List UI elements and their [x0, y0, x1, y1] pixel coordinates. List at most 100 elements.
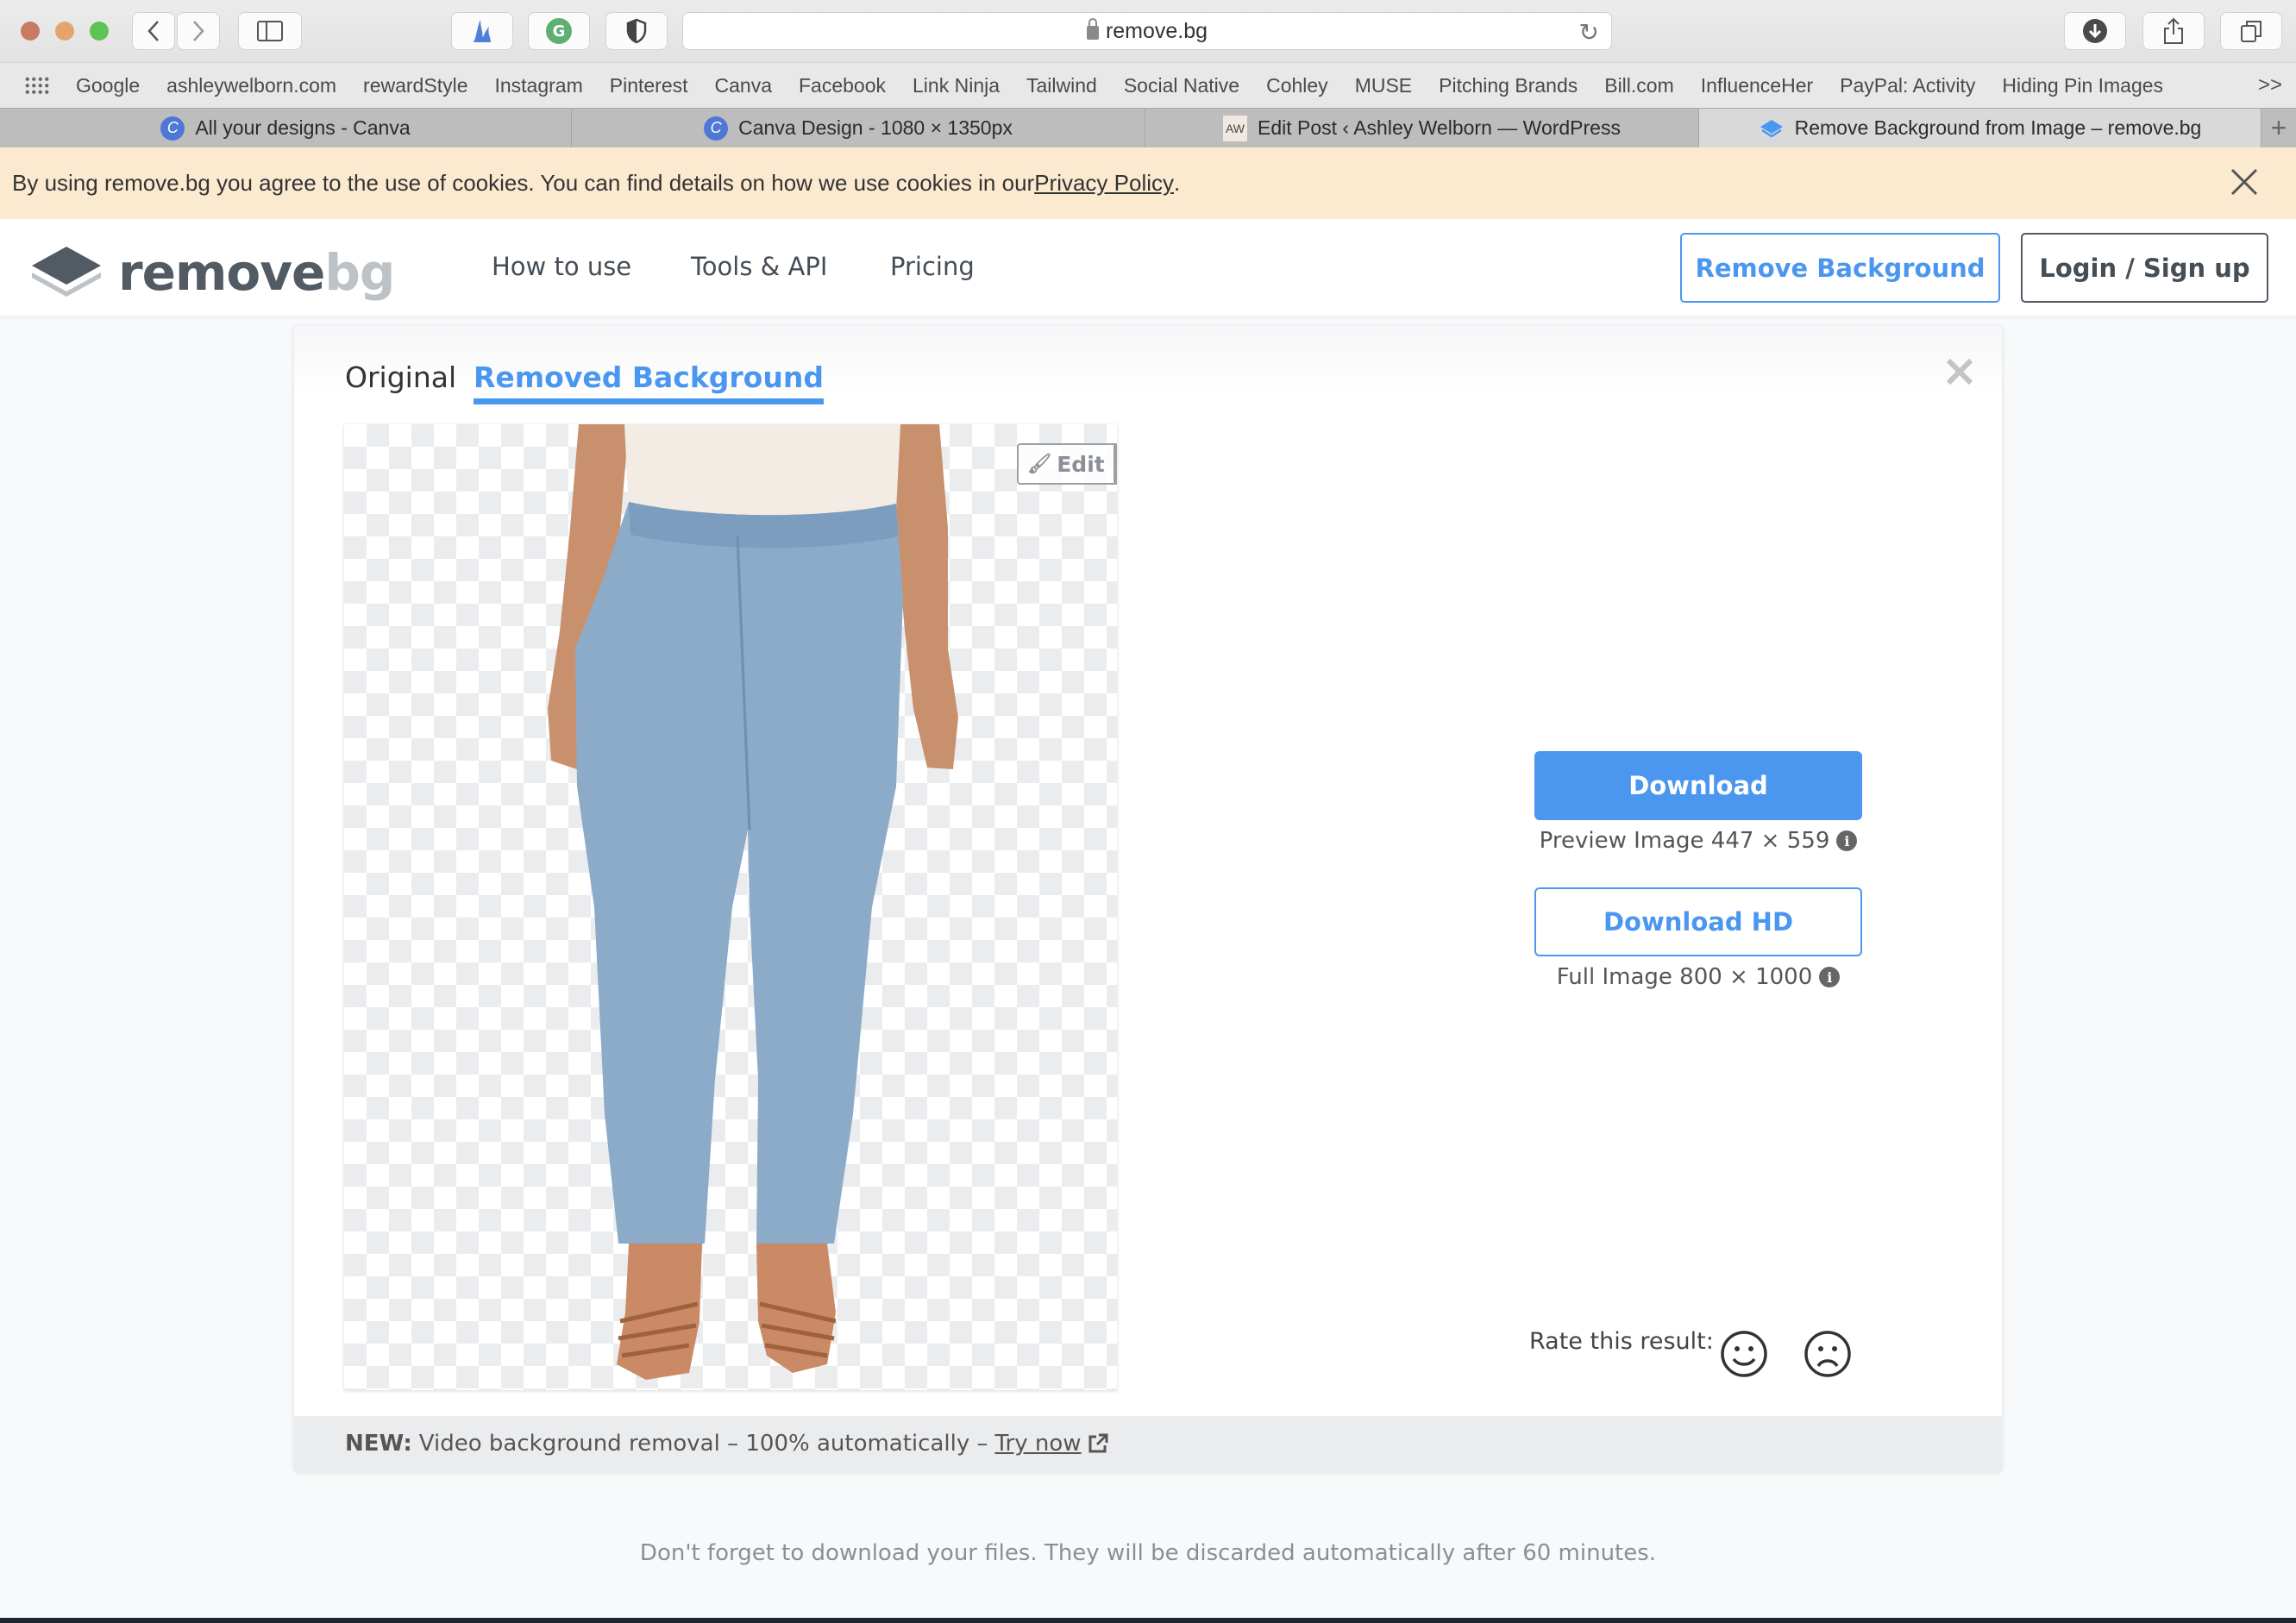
canva-icon: C: [704, 116, 729, 141]
cookie-text: By using remove.bg you agree to the use …: [12, 170, 1035, 196]
bookmark-item[interactable]: PayPal: Activity: [1840, 74, 1975, 97]
discard-notice: Don't forget to download your files. The…: [639, 1540, 1657, 1566]
tab-overview-button[interactable]: [2220, 12, 2282, 50]
cookie-suffix: .: [1174, 170, 1181, 196]
happy-face-icon[interactable]: [1720, 1330, 1768, 1378]
promo-text: Video background removal – 100% automati…: [418, 1431, 988, 1457]
bookmark-item[interactable]: Pinterest: [610, 74, 688, 97]
privacy-policy-link[interactable]: Privacy Policy: [1034, 170, 1174, 197]
video-promo-strip: NEW: Video background removal – 100% aut…: [294, 1416, 2002, 1471]
result-card: Original Removed Background 🖌 Edit Downl…: [294, 326, 2002, 1471]
bookmark-item[interactable]: Pitching Brands: [1439, 74, 1578, 97]
login-signup-button[interactable]: Login / Sign up: [2021, 233, 2268, 303]
brush-icon: 🖌: [1027, 453, 1052, 475]
privacy-extension-button[interactable]: [605, 12, 668, 50]
tab-title: Remove Background from Image – remove.bg: [1794, 116, 2202, 139]
bookmark-item[interactable]: Facebook: [799, 74, 886, 97]
shield-icon: [626, 18, 647, 44]
browser-tab[interactable]: C All your designs - Canva: [0, 109, 572, 147]
url-text: remove.bg: [1105, 18, 1208, 43]
bookmarks-bar: Google ashleywelborn.com rewardStyle Ins…: [0, 62, 2296, 108]
site-header: removebg How to use Tools & API Pricing …: [0, 219, 2296, 316]
grammarly-button[interactable]: G: [528, 12, 590, 50]
share-icon: [2164, 17, 2183, 44]
logo-text-bg: bg: [324, 243, 395, 302]
chevron-left-icon: [147, 21, 159, 41]
bookmark-item[interactable]: Canva: [715, 74, 772, 97]
try-now-link[interactable]: Try now: [994, 1431, 1081, 1457]
minimize-window-button[interactable]: [55, 22, 74, 41]
remove-background-button[interactable]: Remove Background: [1680, 233, 2000, 303]
sidebar-toggle-button[interactable]: [238, 12, 302, 50]
tab-title: All your designs - Canva: [195, 116, 411, 139]
removebg-logo[interactable]: removebg: [28, 243, 395, 302]
lock-icon: [1086, 18, 1099, 40]
share-button[interactable]: [2142, 12, 2205, 50]
bookmark-item[interactable]: ashleywelborn.com: [166, 74, 336, 97]
bookmark-item[interactable]: Instagram: [494, 74, 582, 97]
back-button[interactable]: [132, 12, 175, 50]
download-hd-button[interactable]: Download HD: [1534, 887, 1862, 956]
forward-button[interactable]: [177, 12, 220, 50]
browser-toolbar: G remove.bg ↻: [0, 0, 2296, 62]
external-link-icon[interactable]: [1087, 1432, 1109, 1455]
edit-label: Edit: [1057, 451, 1105, 477]
tab-removed-background[interactable]: Removed Background: [474, 360, 824, 404]
address-bar[interactable]: remove.bg ↻: [682, 12, 1612, 50]
download-icon: [2083, 19, 2107, 43]
canva-icon: C: [160, 116, 185, 141]
download-button[interactable]: Download: [1534, 751, 1862, 820]
tab-title: Canva Design - 1080 × 1350px: [738, 116, 1013, 139]
maximize-window-button[interactable]: [90, 22, 109, 41]
cookie-banner: By using remove.bg you agree to the use …: [0, 147, 2296, 219]
bookmark-item[interactable]: MUSE: [1355, 74, 1412, 97]
info-icon[interactable]: i: [1819, 967, 1841, 987]
close-window-button[interactable]: [21, 22, 40, 41]
bookmark-item[interactable]: Social Native: [1124, 74, 1239, 97]
info-icon[interactable]: i: [1836, 830, 1858, 851]
browser-tab-active[interactable]: Remove Background from Image – remove.bg: [1699, 109, 2261, 147]
browser-tab[interactable]: AW Edit Post ‹ Ashley Welborn — WordPres…: [1145, 109, 1699, 147]
apps-grid-icon[interactable]: [24, 76, 50, 95]
removebg-icon: [1760, 119, 1783, 137]
bookmark-item[interactable]: rewardStyle: [363, 74, 467, 97]
browser-tab[interactable]: C Canva Design - 1080 × 1350px: [572, 109, 1145, 147]
tab-title: Edit Post ‹ Ashley Welborn — WordPress: [1258, 116, 1621, 139]
preview-caption: Preview Image 447 × 559 i: [1534, 828, 1862, 854]
edit-button[interactable]: 🖌 Edit: [1019, 445, 1113, 483]
edit-button-group: 🖌 Edit: [1017, 443, 1117, 485]
tab-original[interactable]: Original: [345, 360, 456, 394]
bookmarks-overflow-button[interactable]: >>: [2258, 73, 2282, 97]
close-icon[interactable]: [2229, 166, 2260, 197]
jeans-cutout-image: [548, 424, 958, 1380]
edit-dropdown-toggle[interactable]: [1113, 445, 1117, 483]
flame-extension-icon: [474, 20, 491, 42]
bookmark-item[interactable]: Cohley: [1266, 74, 1328, 97]
extension-button-1[interactable]: [451, 12, 513, 50]
nav-tools-api[interactable]: Tools & API: [691, 252, 827, 281]
bookmark-item[interactable]: Tailwind: [1026, 74, 1097, 97]
sidebar-icon: [257, 21, 283, 41]
sad-face-icon[interactable]: [1804, 1330, 1852, 1378]
logo-text-remove: remove: [118, 243, 325, 302]
bookmark-item[interactable]: Google: [76, 74, 140, 97]
bookmark-item[interactable]: InfluenceHer: [1701, 74, 1813, 97]
full-size-text: Full Image 800 × 1000: [1556, 964, 1813, 990]
bookmark-item[interactable]: Bill.com: [1604, 74, 1674, 97]
nav-pricing[interactable]: Pricing: [890, 252, 975, 281]
nav-how-to-use[interactable]: How to use: [492, 252, 631, 281]
downloads-button[interactable]: [2064, 12, 2126, 50]
svg-text:G: G: [553, 22, 566, 41]
close-icon[interactable]: [1945, 357, 1974, 386]
tab-bar: C All your designs - Canva C Canva Desig…: [0, 108, 2296, 147]
preview-size-text: Preview Image 447 × 559: [1539, 828, 1830, 854]
bookmark-item[interactable]: Hiding Pin Images: [2002, 74, 2163, 97]
new-tab-button[interactable]: +: [2261, 109, 2296, 147]
bookmark-item[interactable]: Link Ninja: [913, 74, 1000, 97]
rate-label: Rate this result:: [1529, 1328, 1714, 1355]
logo-layers-icon: [32, 247, 101, 297]
reload-icon[interactable]: ↻: [1579, 18, 1599, 47]
page-bottom-bar: [0, 1618, 2296, 1623]
result-image: 🖌 Edit: [344, 424, 1117, 1390]
tabs-overview-icon: [2241, 21, 2261, 42]
